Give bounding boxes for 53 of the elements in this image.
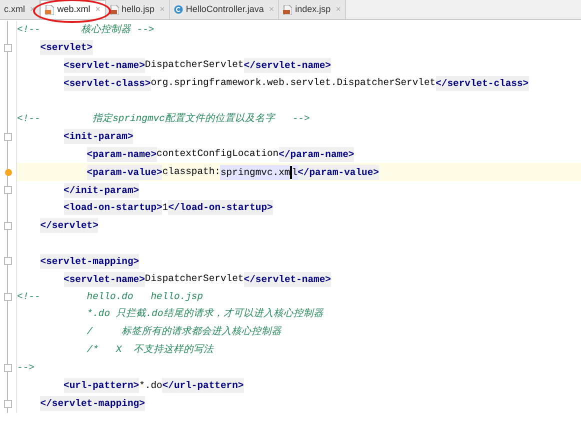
xml-tag: </url-pattern>	[162, 378, 244, 394]
text-caret	[290, 166, 292, 179]
fold-marker[interactable]	[4, 186, 12, 194]
xml-tag: <servlet-class>	[64, 76, 151, 91]
xml-tag: <param-value>	[86, 164, 162, 180]
fold-marker[interactable]	[4, 292, 12, 301]
editor-tab[interactable]: web.xml ×	[40, 0, 106, 19]
xml-tag: </param-value>	[298, 164, 379, 180]
class-icon	[174, 5, 183, 14]
xml-tag: </init-param>	[64, 182, 140, 198]
xml-tag: <url-pattern>	[64, 378, 140, 394]
code-comment: /* X 不支持这样的写法	[86, 342, 214, 357]
file-icon	[45, 5, 54, 15]
tag-value: 1	[162, 200, 168, 215]
fold-marker[interactable]	[4, 400, 12, 408]
code-comment: <!-- 核心控制器 -->	[17, 22, 154, 37]
xml-tag: <load-on-startup>	[64, 200, 162, 216]
xml-tag: </load-on-startup>	[168, 200, 273, 216]
xml-tag: </servlet-class>	[436, 76, 529, 91]
code-comment: *.do 只拦截.do结尾的请求，才可以进入核心控制器	[86, 307, 324, 322]
xml-tag: <servlet-name>	[64, 58, 145, 73]
fold-marker[interactable]	[4, 257, 12, 266]
fold-marker[interactable]	[4, 44, 12, 52]
editor-tab[interactable]: index.jsp ×	[279, 0, 346, 19]
tag-value: contextConfigLocation	[156, 147, 279, 162]
code-comment: -->	[17, 360, 34, 375]
code-comment: <!-- 指定springmvc配置文件的位置以及名字 -->	[17, 112, 310, 126]
code-comment: / 标签所有的请求都会进入核心控制器	[86, 325, 282, 340]
xml-tag: </servlet-name>	[244, 58, 331, 73]
code-comment: <!-- hello.do hello.jsp	[17, 290, 204, 304]
file-icon	[283, 4, 292, 14]
tag-value: DispatcherServlet	[144, 58, 244, 72]
fold-marker[interactable]	[4, 222, 12, 230]
tag-value: *.do	[139, 378, 162, 393]
highlighted-text: springmvc.xm	[220, 164, 290, 180]
xml-tag: <init-param>	[64, 129, 134, 144]
tag-value: DispatcherServlet	[144, 272, 244, 286]
xml-tag: </servlet>	[40, 218, 98, 234]
lightbulb-icon[interactable]	[4, 168, 12, 176]
xml-tag: <servlet-name>	[64, 272, 145, 287]
editor-tab[interactable]: hello.jsp ×	[106, 0, 170, 19]
tag-value: classpath:	[162, 165, 220, 179]
fold-marker[interactable]	[4, 132, 12, 141]
xml-tag: </param-name>	[278, 146, 354, 162]
fold-marker[interactable]	[4, 364, 12, 372]
tag-value: org.springframework.web.servlet.DispatcherServlet	[150, 76, 436, 90]
xml-tag: <servlet-mapping>	[40, 254, 140, 269]
xml-tag: <servlet>	[40, 40, 93, 56]
xml-tag: </servlet-name>	[244, 272, 331, 287]
xml-tag: </servlet-mapping>	[40, 396, 145, 412]
file-icon	[110, 4, 119, 14]
xml-tag: <param-name>	[86, 146, 157, 162]
editor-tab[interactable]: HelloController.java ×	[170, 0, 280, 19]
